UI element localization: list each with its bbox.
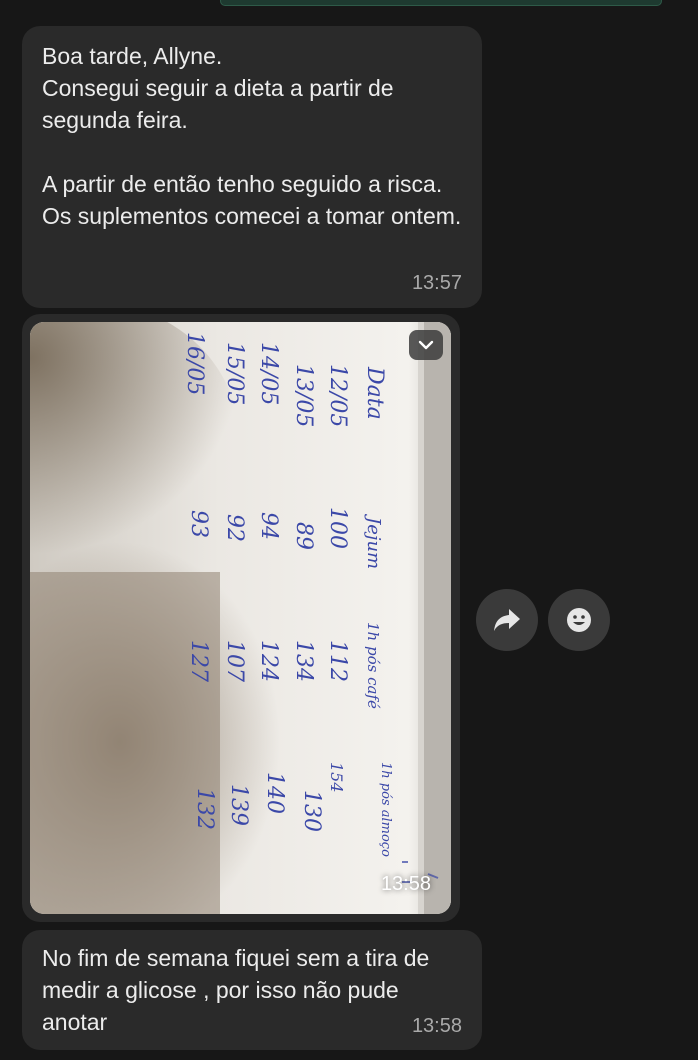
photo-cafe-5: 127 [186,640,211,682]
photo-cafe-4: 107 [222,640,247,682]
photo-jejum-2: 89 [291,522,316,550]
photo-header-date: Data [362,366,387,420]
photo-content: Data 12/05 13/05 14/05 15/05 16/05 Jejum… [30,322,451,914]
photo-cafe-1: 112 [325,640,350,682]
photo-date-2: 13/05 [291,364,316,427]
photo-jejum-5: 93 [186,510,211,538]
photo-almoco-4: 139 [226,784,251,826]
photo-jejum-3: 94 [256,512,281,540]
forward-button[interactable] [476,589,538,651]
photo-date-5: 16/05 [182,332,207,395]
message-bubble[interactable]: Boa tarde, Allyne. Consegui seguir a die… [22,26,482,308]
forward-arrow-icon [494,609,520,631]
previous-message-edge [220,0,662,6]
photo-date-3: 14/05 [256,342,281,405]
glucose-log-photo[interactable]: Data 12/05 13/05 14/05 15/05 16/05 Jejum… [30,322,451,914]
smile-emoji-icon [567,608,591,632]
photo-almoco-3: 140 [262,772,287,814]
message-timestamp: 13:58 [411,1015,462,1037]
image-message-bubble[interactable]: Data 12/05 13/05 14/05 15/05 16/05 Jejum… [22,314,460,922]
photo-header-cafe: 1h pós café [364,622,382,709]
photo-date-1: 12/05 [325,364,350,427]
photo-jejum-1: 100 [325,507,350,549]
photo-header-almoco: 1h pós almoço [378,762,393,857]
message-text: Boa tarde, Allyne. Consegui seguir a die… [42,43,462,229]
message-bubble[interactable]: No fim de semana fiquei sem a tira de me… [22,930,482,1050]
chat-view: Boa tarde, Allyne. Consegui seguir a die… [0,0,698,1060]
message-timestamp: 13:57 [411,272,462,294]
image-timestamp: 13:58 [380,873,431,895]
react-button[interactable] [548,589,610,651]
photo-almoco-5: 132 [192,788,217,830]
photo-cafe-3: 124 [256,640,281,682]
photo-date-4: 15/05 [222,342,247,405]
message-text: No fim de semana fiquei sem a tira de me… [42,945,436,1035]
photo-jejum-4: 92 [222,514,247,542]
photo-cafe-2: 134 [291,640,316,682]
photo-header-jejum: Jejum [363,513,384,569]
photo-almoco-1: 154 [327,762,346,793]
photo-almoco-2: 130 [299,790,324,832]
chevron-down-icon[interactable] [409,330,443,360]
